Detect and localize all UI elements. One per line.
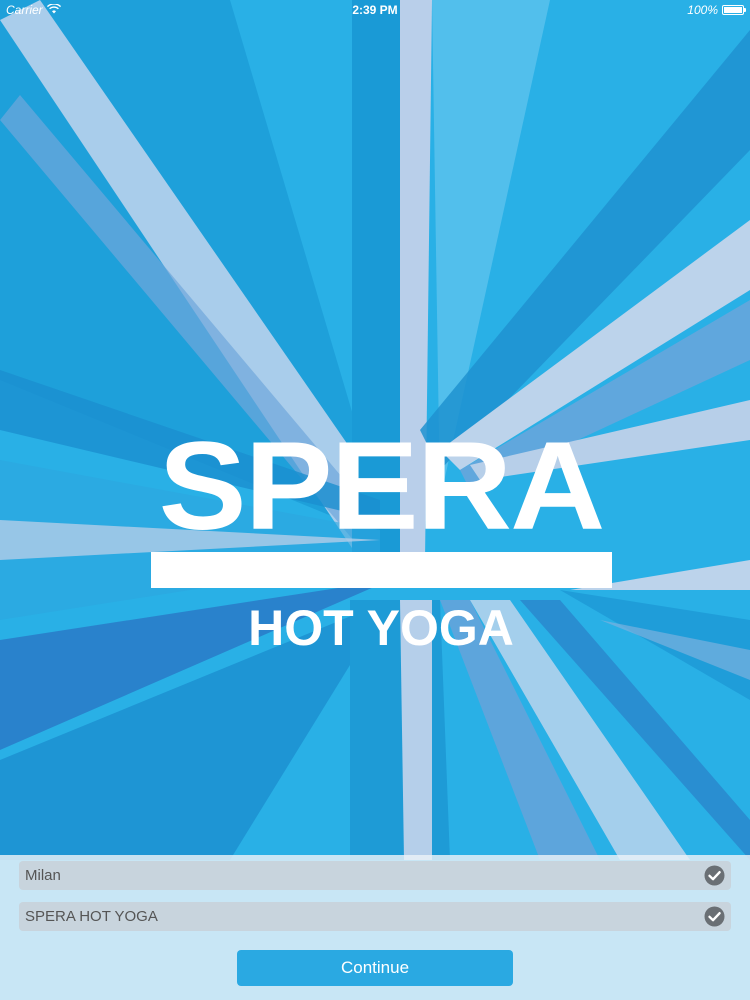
checkmark-icon [704, 906, 725, 927]
clock: 2:39 PM [352, 3, 398, 17]
brand-tagline: HOT YOGA [248, 600, 514, 656]
city-value: Milan [25, 867, 61, 884]
battery-indicator: 100% [687, 3, 746, 17]
selection-panel: Milan SPERA HOT YOGA Continue [0, 855, 750, 1000]
logo-underline [151, 552, 612, 588]
studio-field[interactable]: SPERA HOT YOGA [19, 902, 731, 931]
battery-icon [722, 5, 746, 15]
battery-label: 100% [687, 3, 718, 17]
studio-value: SPERA HOT YOGA [25, 908, 158, 925]
city-field[interactable]: Milan [19, 861, 731, 890]
continue-button[interactable]: Continue [237, 950, 513, 986]
status-bar: Carrier 2:39 PM 100% [0, 0, 750, 20]
brand-name: SPERA [158, 415, 606, 556]
brand-logo: SPERA HOT YOGA [0, 0, 750, 1000]
checkmark-icon [704, 865, 725, 886]
